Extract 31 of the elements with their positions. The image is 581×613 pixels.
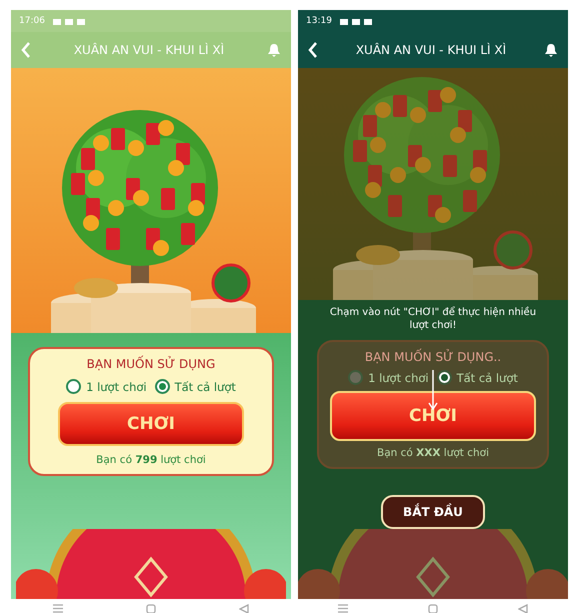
bell-icon: [267, 43, 281, 57]
back-icon: [21, 42, 31, 58]
option-label[interactable]: Tất cả lượt: [456, 370, 518, 384]
prompt-heading: BẠN MUỐN SỬ DỤNG: [86, 357, 216, 371]
back-icon: [239, 604, 250, 613]
home-icon: [146, 604, 156, 613]
menu-icon: [52, 604, 63, 613]
menu-icon: [338, 604, 348, 613]
home-icon: [428, 604, 438, 613]
back-icon: [518, 604, 528, 613]
screen-title: XUÂN AN VUI - KHUI LÌ XÌ: [72, 43, 226, 57]
hint-text: Chạm vào nút "CHƠI" để thực hiện nhiều lượt chơi!: [328, 305, 538, 333]
start-button[interactable]: BẮT ĐẦU: [381, 495, 485, 529]
option-label[interactable]: 1 lượt chơi: [368, 370, 429, 384]
prompt-heading: BẠN MUỐN SỬ DỤNG..: [364, 350, 502, 364]
option-label[interactable]: 1 lượt chơi: [86, 380, 147, 394]
back-icon: [308, 42, 318, 58]
radio-button[interactable]: [154, 379, 170, 394]
down-arrow-icon: [428, 370, 438, 410]
radio-button[interactable]: [66, 379, 82, 394]
plays-count-text: Bạn có 799 lượt chơi: [96, 454, 206, 466]
radio-button[interactable]: [436, 370, 452, 385]
play-button[interactable]: CHƠI: [58, 402, 244, 446]
screen-title: XUÂN AN VUI - KHUI LÌ XÌ: [354, 43, 508, 57]
plays-count-text: Bạn có XXX lượt chơi: [376, 447, 490, 459]
option-label[interactable]: Tất cả lượt: [174, 380, 236, 394]
play-button[interactable]: CHƠI: [330, 391, 536, 441]
bell-icon: [544, 43, 558, 57]
status-time: 17:06: [19, 16, 45, 26]
radio-button[interactable]: [348, 370, 364, 385]
status-time: 13:19: [306, 16, 332, 26]
